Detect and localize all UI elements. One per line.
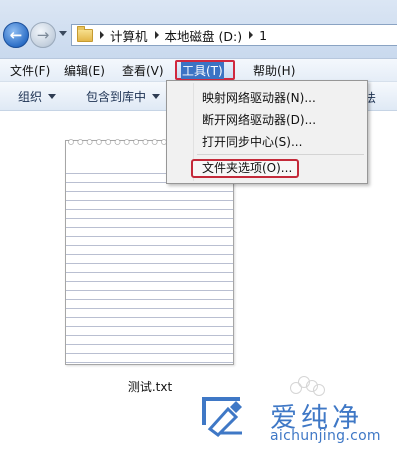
- chevron-down-icon: [48, 93, 57, 99]
- watermark: 爱纯净 aichunjing.com: [198, 393, 397, 449]
- back-arrow-icon: ←: [9, 26, 23, 44]
- breadcrumb-computer[interactable]: 计算机: [110, 26, 148, 45]
- chevron-down-icon: [152, 93, 161, 99]
- tools-dropdown-menu: 映射网络驱动器(N)... 断开网络驱动器(D)... 打开同步中心(S)...…: [166, 80, 368, 184]
- breadcrumb-folder-1[interactable]: 1: [259, 28, 267, 43]
- back-button[interactable]: ←: [3, 22, 29, 48]
- watermark-url: aichunjing.com: [270, 428, 381, 444]
- organize-label: 组织: [18, 89, 43, 104]
- address-toolbar: ← → 计算机 本地磁盘 (D:) 1: [0, 0, 397, 59]
- folder-icon: [77, 25, 93, 42]
- breadcrumb-chevron-icon[interactable]: [154, 31, 159, 39]
- breadcrumb-chevron-icon[interactable]: [249, 31, 254, 39]
- menu-file[interactable]: 文件(F): [6, 60, 60, 80]
- recent-pages-dropdown-icon[interactable]: [59, 31, 67, 36]
- menu-edit[interactable]: 编辑(E): [60, 60, 118, 80]
- include-in-library-button[interactable]: 包含到库中: [86, 88, 161, 105]
- menu-item-folder-options[interactable]: 文件夹选项(O)...: [191, 159, 299, 178]
- breadcrumb-local-disk-d[interactable]: 本地磁盘 (D:): [165, 26, 243, 45]
- menu-tools[interactable]: 工具(T): [175, 60, 235, 80]
- menu-item-open-sync-center[interactable]: 打开同步中心(S)...: [202, 133, 302, 150]
- menu-tools-label: 工具(T): [181, 61, 224, 79]
- menu-view[interactable]: 查看(V): [118, 60, 172, 80]
- menu-help[interactable]: 帮助(H): [249, 60, 299, 80]
- watermark-logo-icon: [202, 397, 242, 437]
- address-bar[interactable]: 计算机 本地磁盘 (D:) 1: [71, 24, 397, 46]
- include-in-library-label: 包含到库中: [86, 89, 147, 104]
- organize-button[interactable]: 组织: [18, 88, 57, 105]
- forward-arrow-icon: →: [36, 26, 50, 44]
- menu-separator: [197, 154, 364, 155]
- forward-button[interactable]: →: [30, 22, 56, 48]
- breadcrumb-chevron-icon[interactable]: [100, 31, 104, 39]
- menu-item-disconnect-network-drive[interactable]: 断开网络驱动器(D)...: [202, 111, 316, 128]
- menu-item-map-network-drive[interactable]: 映射网络驱动器(N)...: [202, 89, 316, 106]
- menu-bar: 文件(F) 编辑(E) 查看(V) 工具(T) 帮助(H): [0, 59, 397, 82]
